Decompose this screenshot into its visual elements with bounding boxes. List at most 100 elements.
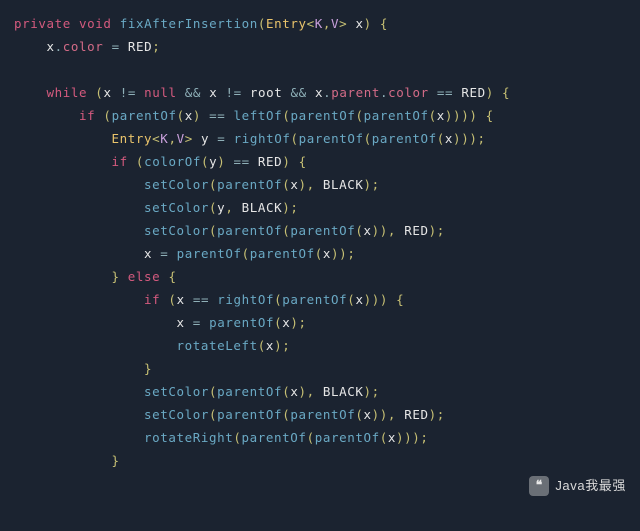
token-op: ==: [234, 154, 250, 169]
token-pn: (: [258, 338, 266, 353]
token-pn: ;: [299, 315, 307, 330]
token-pn: ): [298, 177, 306, 192]
token-pn: ): [282, 154, 290, 169]
token-pn: ): [193, 108, 201, 123]
token-id: y: [201, 131, 209, 146]
token-op: ==: [193, 292, 209, 307]
token-pn: ): [372, 407, 380, 422]
token-fn: parentOf: [177, 246, 242, 261]
token-fn: setColor: [144, 177, 209, 192]
token-pn: {: [380, 16, 388, 31]
token-id: x: [388, 430, 396, 445]
token-id: y: [209, 154, 217, 169]
token-fn: setColor: [144, 223, 209, 238]
token-const: BLACK: [242, 200, 283, 215]
token-pn: ): [453, 108, 461, 123]
token-fn: parentOf: [290, 108, 355, 123]
token-pn: {: [299, 154, 307, 169]
token-fn: setColor: [144, 384, 209, 399]
token-num: V: [177, 131, 185, 146]
token-op: ==: [437, 85, 453, 100]
token-pn: ): [429, 223, 437, 238]
token-pn: <: [307, 16, 315, 31]
token-pn: (: [364, 131, 372, 146]
token-pn: ): [364, 177, 372, 192]
token-pn: (: [437, 131, 445, 146]
token-fn: parentOf: [217, 177, 282, 192]
code-block: private void fixAfterInsertion(Entry<K,V…: [0, 0, 640, 472]
token-id: x: [363, 223, 371, 238]
token-pn: (: [233, 430, 241, 445]
token-type: Entry: [266, 16, 307, 31]
token-pn: ): [372, 223, 380, 238]
token-op: !=: [120, 85, 136, 100]
token-pn: ,: [307, 384, 315, 399]
token-pn: (: [315, 246, 323, 261]
token-op: .: [380, 85, 388, 100]
token-id: x: [363, 407, 371, 422]
token-op: ==: [209, 108, 225, 123]
token-fn: rightOf: [217, 292, 274, 307]
token-pn: ;: [477, 131, 485, 146]
token-op: &&: [291, 85, 307, 100]
token-pn: ,: [388, 223, 396, 238]
token-pn: (: [209, 407, 217, 422]
token-id: x: [445, 131, 453, 146]
token-id: x: [185, 108, 193, 123]
token-pn: {: [168, 269, 176, 284]
token-const: RED: [461, 85, 485, 100]
token-kw: while: [47, 85, 88, 100]
token-id: x: [355, 292, 363, 307]
token-id: x: [177, 292, 185, 307]
token-op: &&: [185, 85, 201, 100]
token-pn: ;: [372, 177, 380, 192]
token-pn: ,: [323, 16, 331, 31]
token-pn: }: [112, 269, 120, 284]
token-kw: if: [79, 108, 95, 123]
token-field: parent: [331, 85, 380, 100]
token-pn: {: [396, 292, 404, 307]
token-id: x: [355, 16, 363, 31]
token-fn: colorOf: [144, 154, 201, 169]
token-pn: (: [274, 315, 282, 330]
token-fn: leftOf: [234, 108, 283, 123]
token-pn: (: [209, 384, 217, 399]
token-pn: ): [331, 246, 339, 261]
token-pn: }: [144, 361, 152, 376]
token-fn: rotateLeft: [177, 338, 258, 353]
token-type: Entry: [112, 131, 153, 146]
token-pn: ): [380, 407, 388, 422]
token-kw: private: [14, 16, 71, 31]
token-field: color: [63, 39, 104, 54]
token-id: root: [250, 85, 283, 100]
token-fn: fixAfterInsertion: [120, 16, 258, 31]
token-op: !=: [225, 85, 241, 100]
wechat-watermark: ❝ Java我最强: [529, 474, 626, 497]
token-const: RED: [404, 223, 428, 238]
token-pn: (: [168, 292, 176, 307]
wechat-icon: ❝: [529, 476, 549, 496]
watermark-text: Java我最强: [555, 474, 626, 497]
token-kw: if: [144, 292, 160, 307]
token-fn: setColor: [144, 200, 209, 215]
token-id: x: [47, 39, 55, 54]
token-pn: ): [380, 292, 388, 307]
token-pn: (: [242, 246, 250, 261]
token-pn: (: [136, 154, 144, 169]
token-pn: ): [396, 430, 404, 445]
token-pn: ): [364, 16, 372, 31]
token-pn: ;: [437, 407, 445, 422]
token-id: x: [177, 315, 185, 330]
token-pn: ): [453, 131, 461, 146]
token-pn: (: [209, 200, 217, 215]
token-pn: ;: [437, 223, 445, 238]
token-id: x: [103, 85, 111, 100]
token-op: .: [55, 39, 63, 54]
token-fn: parentOf: [290, 407, 355, 422]
token-fn: parentOf: [217, 223, 282, 238]
token-op: .: [323, 85, 331, 100]
token-pn: ): [372, 292, 380, 307]
token-pn: (: [355, 108, 363, 123]
token-pn: ;: [152, 39, 160, 54]
token-kw: void: [79, 16, 112, 31]
